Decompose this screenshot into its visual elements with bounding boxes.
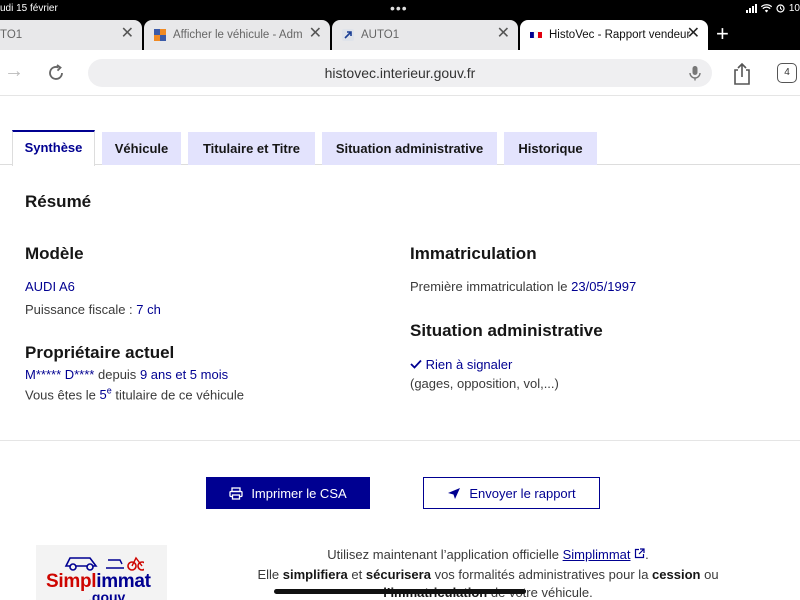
close-icon[interactable]: ✕ xyxy=(121,26,134,42)
first-registration: Première immatriculation le 23/05/1997 xyxy=(410,279,636,294)
send-report-button[interactable]: Envoyer le rapport xyxy=(423,477,600,509)
owner-rank-prefix: Vous êtes le xyxy=(25,387,96,403)
browser-tab-title: HistoVec - Rapport vendeur xyxy=(549,29,691,41)
send-report-label: Envoyer le rapport xyxy=(469,485,576,501)
navigation-bar: → histovec.interieur.gouv.fr 4 xyxy=(0,50,800,96)
owner-heading: Propriétaire actuel xyxy=(25,343,175,362)
tab-synthese[interactable]: Synthèse xyxy=(12,130,95,166)
simplimmat-link[interactable]: Simplimmat xyxy=(563,547,631,562)
report-tabs: Synthèse Véhicule Titulaire et Titre Sit… xyxy=(0,130,800,166)
section-title: Résumé xyxy=(25,192,92,211)
browser-tab-title: TO1 xyxy=(0,29,23,41)
close-icon[interactable]: ✕ xyxy=(497,26,510,42)
printer-icon xyxy=(229,486,243,500)
simplimmat-logo[interactable]: Simplimmat .gouv xyxy=(36,545,167,600)
status-date: udi 15 février xyxy=(0,3,58,14)
browser-tab[interactable]: Afficher le véhicule - Adm ✕ xyxy=(144,20,330,50)
status-time: 10 xyxy=(788,3,800,14)
wifi-icon xyxy=(760,4,772,13)
owner-duration: 9 ans et 5 mois xyxy=(139,367,229,382)
check-icon xyxy=(410,359,422,369)
browser-tab[interactable]: TO1 ✕ xyxy=(0,20,142,50)
forward-icon[interactable]: → xyxy=(4,60,24,83)
print-csa-label: Imprimer le CSA xyxy=(251,485,347,501)
vehicles-logo-icon xyxy=(64,556,144,571)
first-registration-label: Première immatriculation le xyxy=(410,279,568,294)
send-icon xyxy=(448,487,461,499)
fiscal-power-label: Puissance fiscale : xyxy=(25,302,133,317)
owner-name: M***** D**** xyxy=(25,367,95,382)
admin-detail: (gages, opposition, vol,...) xyxy=(410,376,559,391)
external-link-icon xyxy=(635,548,645,559)
model-value: AUDI A6 xyxy=(25,279,75,294)
owner-rank-suffix: titulaire de ce véhicule xyxy=(115,387,244,403)
fiscal-power-value: 7 ch xyxy=(136,302,161,317)
owner-rank: Vous êtes le 5e titulaire de ce véhicule xyxy=(25,386,244,402)
address-bar[interactable]: histovec.interieur.gouv.fr xyxy=(88,59,712,87)
signal-icon xyxy=(745,4,757,13)
reload-icon[interactable] xyxy=(46,63,66,83)
admin-status: Rien à signaler xyxy=(410,357,512,372)
url-text: histovec.interieur.gouv.fr xyxy=(324,65,476,81)
browser-tab[interactable]: AUTO1 ✕ xyxy=(332,20,518,50)
admin-favicon-icon xyxy=(154,29,166,41)
immat-heading: Immatriculation xyxy=(410,244,537,263)
tab-titulaire-et-titre[interactable]: Titulaire et Titre xyxy=(188,132,315,165)
close-icon[interactable]: ✕ xyxy=(309,26,322,42)
admin-status-text: Rien à signaler xyxy=(425,357,513,372)
model-heading: Modèle xyxy=(25,244,84,263)
home-indicator[interactable] xyxy=(274,589,526,594)
status-bar: udi 15 février ••• 10 xyxy=(0,0,800,20)
first-registration-date: 23/05/1997 xyxy=(571,279,637,294)
tab-situation-administrative[interactable]: Situation administrative xyxy=(322,132,497,165)
browser-tab-title: Afficher le véhicule - Adm xyxy=(173,29,303,41)
promo-line-2: Elle simplifiera et sécurisera vos forma… xyxy=(257,567,719,582)
browser-tab-active[interactable]: HistoVec - Rapport vendeur ✕ xyxy=(520,20,708,50)
browser-tab-title: AUTO1 xyxy=(361,29,400,41)
print-csa-button[interactable]: Imprimer le CSA xyxy=(206,477,370,509)
new-tab-icon[interactable]: + xyxy=(716,23,729,45)
owner-line: M***** D**** depuis 9 ans et 5 mois xyxy=(25,367,228,382)
divider xyxy=(0,440,800,441)
browser-tab-bar: TO1 ✕ Afficher le véhicule - Adm ✕ AUTO1… xyxy=(0,20,800,50)
admin-heading: Situation administrative xyxy=(410,321,603,340)
owner-rank-value: 5e xyxy=(99,386,112,403)
alarm-icon xyxy=(776,4,785,13)
multitask-dots-icon[interactable]: ••• xyxy=(390,0,408,16)
fiscal-power: Puissance fiscale : 7 ch xyxy=(25,302,161,317)
tab-historique[interactable]: Historique xyxy=(504,132,597,165)
tab-count-button[interactable]: 4 xyxy=(777,63,797,83)
share-icon[interactable] xyxy=(731,62,753,86)
tab-vehicule[interactable]: Véhicule xyxy=(102,132,181,165)
microphone-icon[interactable] xyxy=(686,64,704,82)
promo-line-1: Utilisez maintenant l’application offici… xyxy=(327,547,649,562)
owner-since-label: depuis xyxy=(98,367,137,382)
close-icon[interactable]: ✕ xyxy=(687,26,700,42)
auto1-favicon-icon xyxy=(342,29,354,41)
france-flag-icon xyxy=(530,31,542,39)
